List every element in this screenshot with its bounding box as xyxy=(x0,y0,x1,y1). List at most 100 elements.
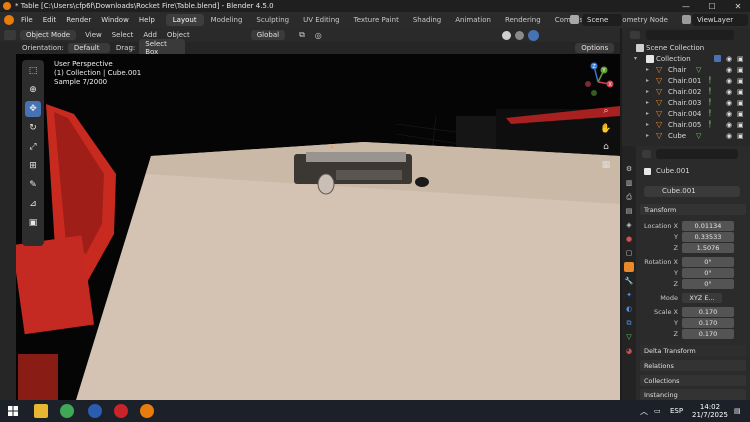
opera-icon[interactable] xyxy=(114,404,128,418)
perspective-toggle-icon[interactable]: ▦ xyxy=(599,158,613,172)
3d-viewport[interactable]: User Perspective (1) Collection | Cube.0… xyxy=(16,54,620,400)
material-tab-icon[interactable]: ◕ xyxy=(624,346,634,356)
visibility-eye-icon[interactable]: ◉ xyxy=(726,88,732,96)
visibility-eye-icon[interactable]: ◉ xyxy=(726,55,732,63)
navigation-gizmo[interactable]: X Y Z xyxy=(580,62,616,98)
scene-icon[interactable] xyxy=(570,15,579,24)
visibility-eye-icon[interactable]: ◉ xyxy=(726,132,732,140)
scale-z-field[interactable]: 0.170 xyxy=(682,329,734,339)
visibility-eye-icon[interactable]: ◉ xyxy=(726,110,732,118)
windows-start-icon[interactable] xyxy=(6,404,20,418)
maximize-button[interactable]: ☐ xyxy=(700,0,724,12)
tab-texture-paint[interactable]: Texture Paint xyxy=(347,14,406,26)
visibility-eye-icon[interactable]: ◉ xyxy=(726,66,732,74)
render-camera-icon[interactable]: ▣ xyxy=(737,66,744,74)
rotation-z-field[interactable]: 0° xyxy=(682,279,734,289)
scene-selector[interactable]: Scene xyxy=(582,14,622,26)
location-x-field[interactable]: 0.01134 xyxy=(682,221,734,231)
view-layer-selector[interactable]: ViewLayer xyxy=(692,14,748,26)
camera-view-icon[interactable]: ⌂ xyxy=(599,140,613,154)
instancing-panel[interactable]: Instancing xyxy=(640,389,746,400)
outliner-row-chair-003[interactable]: ▸ ▽ Chair.003 ╿ ◉ ▣ xyxy=(622,97,750,108)
language-indicator[interactable]: ESP xyxy=(670,400,683,422)
close-button[interactable]: ✕ xyxy=(726,0,750,12)
properties-editor-type-icon[interactable] xyxy=(642,150,651,158)
shading-rendered-icon[interactable] xyxy=(527,29,539,41)
menu-object[interactable]: Object xyxy=(162,31,195,39)
menu-file[interactable]: File xyxy=(16,16,38,24)
data-name-field[interactable]: Cube.001 xyxy=(662,187,696,195)
add-cube-tool-icon[interactable]: ▣ xyxy=(25,215,41,231)
view-layer-icon[interactable] xyxy=(682,15,691,24)
modifier-tab-icon[interactable]: 🔧 xyxy=(624,276,634,286)
render-camera-icon[interactable]: ▣ xyxy=(737,99,744,107)
tab-layout[interactable]: Layout xyxy=(165,14,204,26)
location-y-field[interactable]: 0.33533 xyxy=(682,232,734,242)
tab-rendering[interactable]: Rendering xyxy=(498,14,548,26)
collections-panel[interactable]: Collections xyxy=(640,375,746,386)
outliner-row-collection[interactable]: ▾ Collection ◉ ▣ xyxy=(622,53,750,64)
world-tab-icon[interactable]: ● xyxy=(624,234,634,244)
outliner-row-chair-005[interactable]: ▸ ▽ Chair.005 ╿ ◉ ▣ xyxy=(622,119,750,130)
particles-tab-icon[interactable]: ✦ xyxy=(624,290,634,300)
minimize-button[interactable]: — xyxy=(674,0,698,12)
measure-tool-icon[interactable]: ⊿ xyxy=(25,196,41,212)
scale-y-field[interactable]: 0.170 xyxy=(682,318,734,328)
outliner-row-cube[interactable]: ▸ ▽ Cube ▽ ◉ ▣ xyxy=(622,130,750,141)
outliner-row-chair-004[interactable]: ▸ ▽ Chair.004 ╿ ◉ ▣ xyxy=(622,108,750,119)
outliner-row-chair-001[interactable]: ▸ ▽ Chair.001 ╿ ◉ ▣ xyxy=(622,75,750,86)
network-icon[interactable]: ▭ xyxy=(654,400,661,422)
outliner-filter-icon[interactable] xyxy=(630,31,640,39)
render-camera-icon[interactable]: ▣ xyxy=(737,88,744,96)
relations-panel[interactable]: Relations xyxy=(640,360,746,371)
tab-uv-editing[interactable]: UV Editing xyxy=(296,14,347,26)
chrome-icon[interactable] xyxy=(60,404,74,418)
app-circle-icon[interactable] xyxy=(88,404,102,418)
move-tool-icon[interactable]: ✥ xyxy=(25,101,41,117)
tab-animation[interactable]: Animation xyxy=(448,14,498,26)
visibility-eye-icon[interactable]: ◉ xyxy=(726,77,732,85)
outliner-row-chair[interactable]: ▸ ▽ Chair ▽ ◉ ▣ xyxy=(622,64,750,75)
view-layer-tab-icon[interactable]: ▤ xyxy=(624,206,634,216)
render-camera-icon[interactable]: ▣ xyxy=(737,110,744,118)
clock[interactable]: 14:02 21/7/2025 xyxy=(692,400,728,422)
shading-material-icon[interactable] xyxy=(514,30,524,40)
properties-search-input[interactable] xyxy=(656,149,738,159)
outliner-row-scene-collection[interactable]: Scene Collection xyxy=(622,42,750,53)
tab-shading[interactable]: Shading xyxy=(406,14,448,26)
physics-tab-icon[interactable]: ◐ xyxy=(624,304,634,314)
menu-add[interactable]: Add xyxy=(138,31,162,39)
rotation-x-field[interactable]: 0° xyxy=(682,257,734,267)
render-camera-icon[interactable]: ▣ xyxy=(737,121,744,129)
scale-x-field[interactable]: 0.170 xyxy=(682,307,734,317)
render-camera-icon[interactable]: ▣ xyxy=(737,132,744,140)
object-tab-icon[interactable] xyxy=(624,262,634,272)
gizmo-neg-x[interactable] xyxy=(585,81,591,87)
data-tab-icon[interactable]: ▽ xyxy=(624,332,634,342)
proportional-edit-icon[interactable]: ◎ xyxy=(315,31,322,40)
blender-menu-icon[interactable] xyxy=(4,15,14,25)
tool-tab-icon[interactable]: ⚙ xyxy=(624,164,634,174)
notifications-icon[interactable]: ▤ xyxy=(734,400,741,422)
scene-tab-icon[interactable]: ◈ xyxy=(624,220,634,230)
scale-tool-icon[interactable]: ⤢ xyxy=(25,139,41,155)
tab-modeling[interactable]: Modeling xyxy=(204,14,250,26)
visibility-eye-icon[interactable]: ◉ xyxy=(726,99,732,107)
cursor-tool-icon[interactable]: ⊕ xyxy=(25,82,41,98)
tab-sculpting[interactable]: Sculpting xyxy=(249,14,296,26)
outliner-search-input[interactable] xyxy=(646,30,734,40)
expand-icon[interactable]: ▾ xyxy=(634,55,640,62)
render-tab-icon[interactable]: ▥ xyxy=(624,178,634,188)
menu-view[interactable]: View xyxy=(80,31,107,39)
mode-dropdown[interactable]: Object Mode xyxy=(20,30,77,40)
annotate-tool-icon[interactable]: ✎ xyxy=(25,177,41,193)
menu-help[interactable]: Help xyxy=(134,16,160,24)
pan-hand-icon[interactable]: ✋ xyxy=(599,122,613,136)
render-camera-icon[interactable]: ▣ xyxy=(737,77,744,85)
options-button[interactable]: Options xyxy=(575,43,615,53)
render-camera-icon[interactable]: ▣ xyxy=(737,55,744,63)
transform-orientation-dropdown[interactable]: Global xyxy=(250,30,286,40)
transform-panel-header[interactable]: Transform xyxy=(640,204,746,215)
rotate-tool-icon[interactable]: ↻ xyxy=(25,120,41,136)
menu-render[interactable]: Render xyxy=(61,16,96,24)
